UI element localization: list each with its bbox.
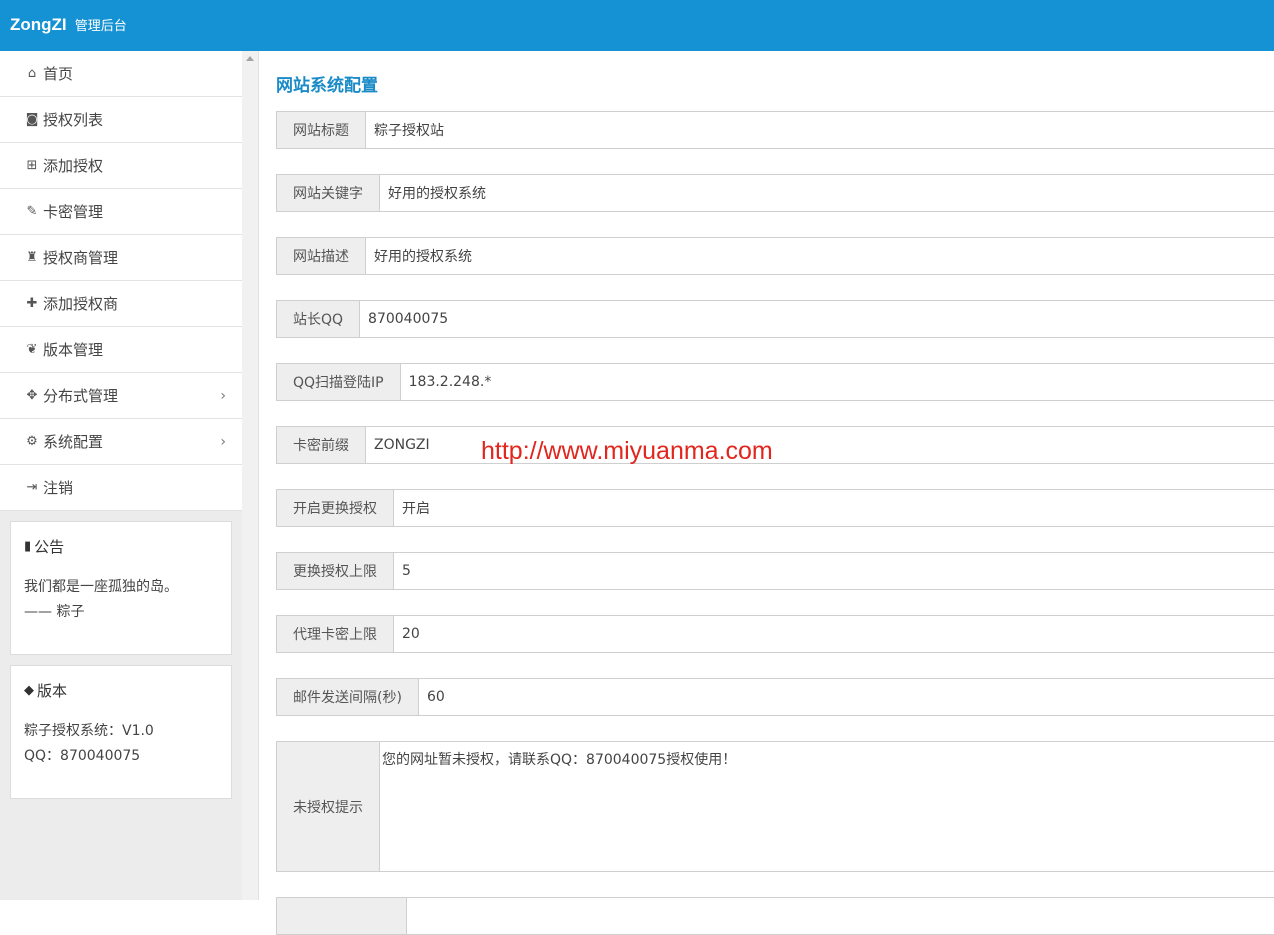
leaf-icon: ❦ xyxy=(26,342,38,357)
sidebar-item-label: 注销 xyxy=(43,479,74,497)
field-label xyxy=(277,898,407,934)
bookmark-icon: ▮ xyxy=(24,539,32,554)
field-label: 站长QQ xyxy=(277,301,361,337)
chevron-right-icon: › xyxy=(220,388,226,404)
main-content: 网站系统配置 网站标题 粽子授权站 网站关键字 好用的授权系统 网站描述 好用的… xyxy=(276,51,1274,935)
sidebar-item-label: 添加授权 xyxy=(43,157,104,175)
sidebar-item-label: 首页 xyxy=(43,65,74,83)
version-title: ◆ 版本 xyxy=(24,680,218,701)
field-site-title: 网站标题 粽子授权站 xyxy=(276,111,1274,149)
sidebar-item-system-config[interactable]: ⚙ 系统配置 › xyxy=(0,419,242,465)
notice-body: 我们都是一座孤独的岛。 —— 粽子 xyxy=(24,575,218,625)
sidebar-item-home[interactable]: ⌂ 首页 xyxy=(0,51,242,97)
field-mail-interval: 邮件发送间隔(秒) 60 xyxy=(276,678,1274,716)
puzzle-icon: ✥ xyxy=(26,388,38,403)
version-line: 粽子授权系统：V1.0 xyxy=(24,723,154,739)
pocket-icon: ◙ xyxy=(25,112,39,127)
notice-title-text: 公告 xyxy=(34,538,65,556)
sidebar-item-resellers[interactable]: ♜ 授权商管理 xyxy=(0,235,242,281)
notice-title: ▮ 公告 xyxy=(24,536,218,557)
version-title-text: 版本 xyxy=(37,682,68,700)
sidebar-menu: ⌂ 首页 ◙ 授权列表 ⊞ 添加授权 ✎ 卡密管理 ♜ 授权商管理 ✚ 添加授权… xyxy=(0,51,242,511)
brand-subtitle: 管理后台 xyxy=(74,19,127,34)
field-label: 网站标题 xyxy=(277,112,366,148)
top-bar: ZongZI 管理后台 xyxy=(0,0,1274,51)
sidebar-item-versions[interactable]: ❦ 版本管理 xyxy=(0,327,242,373)
notice-panel: ▮ 公告 我们都是一座孤独的岛。 —— 粽子 xyxy=(10,521,232,655)
unlicensed-notice-textarea[interactable]: 您的网址暂未授权，请联系QQ：870040075授权使用！ xyxy=(380,742,1274,871)
user-plus-icon: ✚ xyxy=(26,296,38,311)
field-enable-change-license: 开启更换授权 开启 xyxy=(276,489,1274,527)
version-body: 粽子授权系统：V1.0 QQ：870040075 xyxy=(24,719,218,769)
field-label: 邮件发送间隔(秒) xyxy=(277,679,419,715)
sidebar-item-label: 授权商管理 xyxy=(43,249,119,267)
field-site-keywords: 网站关键字 好用的授权系统 xyxy=(276,174,1274,212)
sidebar-item-label: 系统配置 xyxy=(43,433,104,451)
admin-qq-input[interactable]: 870040075 xyxy=(360,301,1274,337)
tag-icon: ◆ xyxy=(24,683,34,698)
field-admin-qq: 站长QQ 870040075 xyxy=(276,300,1274,338)
sidebar-item-label: 授权列表 xyxy=(43,111,104,129)
sidebar-item-license-list[interactable]: ◙ 授权列表 xyxy=(0,97,242,143)
sidebar-item-card-keys[interactable]: ✎ 卡密管理 xyxy=(0,189,242,235)
brand[interactable]: ZongZI 管理后台 xyxy=(10,15,127,35)
edit-icon: ✎ xyxy=(26,204,38,219)
field-label: QQ扫描登陆IP xyxy=(277,364,401,400)
brand-logo: ZongZI xyxy=(10,15,67,34)
field-label: 更换授权上限 xyxy=(277,553,394,589)
version-line: QQ：870040075 xyxy=(24,748,141,764)
sidebar-item-add-license[interactable]: ⊞ 添加授权 xyxy=(0,143,242,189)
next-field-input[interactable] xyxy=(407,898,1274,934)
user-secret-icon: ♜ xyxy=(26,250,38,265)
enable-change-license-select[interactable]: 开启 xyxy=(394,490,1274,526)
sidebar-item-distributed[interactable]: ✥ 分布式管理 › xyxy=(0,373,242,419)
field-change-license-limit: 更换授权上限 5 xyxy=(276,552,1274,590)
field-label: 卡密前缀 xyxy=(277,427,366,463)
chevron-right-icon: › xyxy=(220,434,226,450)
field-site-description: 网站描述 好用的授权系统 xyxy=(276,237,1274,275)
sidebar-scrollbar[interactable] xyxy=(242,51,259,900)
sidebar-item-add-reseller[interactable]: ✚ 添加授权商 xyxy=(0,281,242,327)
version-panel: ◆ 版本 粽子授权系统：V1.0 QQ：870040075 xyxy=(10,665,232,799)
sign-out-icon: ⇥ xyxy=(26,480,38,495)
notice-line: —— 粽子 xyxy=(24,604,85,620)
field-unlicensed-notice: 未授权提示 您的网址暂未授权，请联系QQ：870040075授权使用！ xyxy=(276,741,1274,872)
gear-icon: ⚙ xyxy=(26,434,38,449)
home-icon: ⌂ xyxy=(27,66,37,81)
field-next-partial xyxy=(276,897,1274,935)
sidebar-item-label: 添加授权商 xyxy=(43,295,119,313)
field-qq-scan-ip: QQ扫描登陆IP 183.2.248.* xyxy=(276,363,1274,401)
sidebar-item-label: 版本管理 xyxy=(43,341,104,359)
field-card-prefix: 卡密前缀 ZONGZI xyxy=(276,426,1274,464)
site-title-input[interactable]: 粽子授权站 xyxy=(366,112,1274,148)
page-title: 网站系统配置 xyxy=(276,76,378,96)
field-label: 代理卡密上限 xyxy=(277,616,394,652)
field-label: 未授权提示 xyxy=(277,742,380,871)
sidebar-item-label: 分布式管理 xyxy=(43,387,119,405)
watermark-text: http://www.miyuanma.com xyxy=(481,437,773,465)
field-label: 网站描述 xyxy=(277,238,366,274)
plus-square-icon: ⊞ xyxy=(26,158,38,173)
field-label: 开启更换授权 xyxy=(277,490,394,526)
sidebar-item-logout[interactable]: ⇥ 注销 xyxy=(0,465,242,511)
mail-interval-input[interactable]: 60 xyxy=(418,679,1274,715)
scroll-up-arrow-icon[interactable] xyxy=(246,56,254,61)
site-keywords-input[interactable]: 好用的授权系统 xyxy=(380,175,1274,211)
sidebar: ⌂ 首页 ◙ 授权列表 ⊞ 添加授权 ✎ 卡密管理 ♜ 授权商管理 ✚ 添加授权… xyxy=(0,51,242,900)
change-license-limit-input[interactable]: 5 xyxy=(394,553,1274,589)
field-agent-card-limit: 代理卡密上限 20 xyxy=(276,615,1274,653)
field-label: 网站关键字 xyxy=(277,175,380,211)
agent-card-limit-input[interactable]: 20 xyxy=(394,616,1274,652)
site-description-input[interactable]: 好用的授权系统 xyxy=(366,238,1274,274)
qq-scan-ip-input[interactable]: 183.2.248.* xyxy=(400,364,1274,400)
sidebar-item-label: 卡密管理 xyxy=(43,203,104,221)
notice-line: 我们都是一座孤独的岛。 xyxy=(24,579,178,595)
